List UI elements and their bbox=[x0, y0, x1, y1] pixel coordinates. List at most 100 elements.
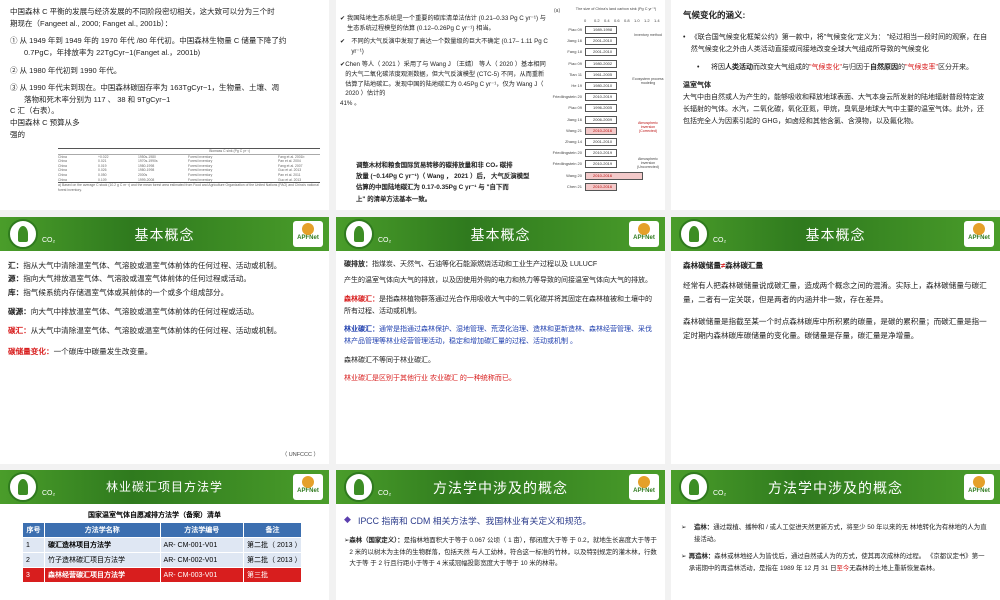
term: 森林碳汇： bbox=[344, 295, 379, 303]
check-item: ✔ Chen 等人（ 2021 ）采用了与 Wang J （王婧） 等人（ 202… bbox=[340, 60, 550, 100]
bullet-text: 将因人类活动而改变大气组成的"气候变化"与归因于自然原因的"气候变率"区分开来。 bbox=[711, 62, 973, 74]
slide-basic-concepts-1[interactable]: CO₂ 基本概念 APFNet 汇：指从大气中清除温室气体、气溶胶或温室气体前体… bbox=[0, 217, 329, 464]
text-line: 估算的中国陆地碳汇为 0.17-0.35Pg C yr⁻¹ 与 "自下而 bbox=[356, 184, 509, 192]
definition: 通常是指通过森林保护、湿地管理、荒漠化治理、造林和更新造林、森林经营管理、采伐林… bbox=[344, 326, 652, 346]
bar-label: Wang 20 bbox=[566, 172, 582, 178]
term: 碳源： bbox=[8, 306, 31, 316]
bar-period: 2010-2019 bbox=[593, 161, 613, 167]
slide-text: ✔ 我国陆地生态系统是一个重要的碳库清单法估计 (0.21–0.33 Pg C y… bbox=[340, 14, 550, 109]
slide-atmospheric-inversion[interactable]: ✔ 我国陆地生态系统是一个重要的碳库清单法估计 (0.21–0.33 Pg C y… bbox=[336, 0, 665, 210]
slide-methodology-list[interactable]: CO₂ 林业碳汇项目方法学 APFNet 国家温室气体自愿减排方法学（备案）清单… bbox=[0, 470, 329, 600]
text-run: 的 bbox=[897, 64, 905, 72]
bar-label: Friedlingstein 20 bbox=[552, 94, 582, 100]
definition-item: 汇：指从大气中清除温室气体、气溶胶或温室气体前体的任何过程、活动或机制。 bbox=[8, 259, 321, 272]
bar-period: 2001-2010 bbox=[593, 139, 613, 144]
text-run: 区分开来。 bbox=[937, 64, 973, 72]
table-cell: 第三批 bbox=[243, 567, 302, 583]
tick-label: 0.6 bbox=[614, 18, 620, 23]
text-line: 上" 的清单方法基本一致。 bbox=[356, 195, 432, 203]
slide-banner: CO₂ 基本概念 APFNet bbox=[0, 217, 329, 251]
table-cell: 3 bbox=[22, 567, 45, 583]
slide-basic-concepts-2[interactable]: CO₂ 基本概念 APFNet 碳排放：指煤炭、天然气、石油等化石能源燃烧活动和… bbox=[336, 217, 665, 464]
bullet-dot-icon: • bbox=[683, 34, 686, 42]
methodology-table: 序号 方法学名称 方法学编号 备注 1 碳汇造林项目方法学 AR- CM-001… bbox=[22, 522, 302, 583]
slide-forest-carbon-history[interactable]: 中国森林 C 平衡的发展与经济发展的不同阶段密切相关，这大致可以分为三个时 期现… bbox=[0, 0, 329, 210]
slide-text: ◆ IPCC 指南和 CDM 相关方法学、我国林业有关定义和规范。 ➢ 森林（国家… bbox=[336, 510, 665, 574]
table-cell: China bbox=[58, 177, 67, 182]
bar-period: 2010-2016 bbox=[593, 127, 613, 133]
bullet-dot-icon: • bbox=[697, 64, 700, 72]
apfnet-logo: APFNet bbox=[293, 474, 323, 500]
slide-banner: CO₂ 林业碳汇项目方法学 APFNet bbox=[0, 470, 329, 504]
slide-banner: CO₂ 基本概念 APFNet bbox=[336, 217, 665, 251]
bar-label: Friedlingstein 20 bbox=[552, 161, 582, 167]
paragraph: 产生的温室气体向大气的排放，以及因使用外购的电力和热力等导致的间接温室气体向大气… bbox=[344, 277, 652, 285]
sub-heading: 温室气体 bbox=[683, 82, 711, 90]
table-row[interactable]: 1 碳汇造林项目方法学 AR- CM-001-V01 第二批（ 2013 ） bbox=[22, 537, 302, 553]
item-text: 41% 。 bbox=[340, 100, 361, 108]
slide-heading: 气候变化的涵义: bbox=[683, 10, 746, 20]
table-cell: Forest inventory bbox=[188, 177, 213, 182]
slide-text: 汇：指从大气中清除温室气体、气溶胶或温室气体前体的任何过程、活动或机制。 源：指… bbox=[0, 255, 329, 363]
slide-methodology-concepts-1[interactable]: CO₂ 方法学中涉及的概念 APFNet ◆ IPCC 指南和 CDM 相关方法学… bbox=[336, 470, 665, 600]
term: 森林（国家定义）： bbox=[349, 537, 404, 544]
term: 源： bbox=[8, 274, 24, 284]
bar-period: 1996-2005 bbox=[593, 105, 613, 111]
slide-basic-concepts-3[interactable]: CO₂ 基本概念 APFNet 森林碳储量≠森林碳汇量 经常有人把森林碳储量说成… bbox=[671, 217, 1000, 464]
summary-text: 调整木材和粮食国际贸易转移的碳排放量和非 CO₂ 碳排 放量 (~0.14Pg … bbox=[356, 160, 552, 205]
tick-label: 1.2 bbox=[644, 18, 650, 23]
text-line: ③ 从 1990 年代末到现在。中国森林碳固存率为 163TgCyr−1，生物量… bbox=[10, 83, 279, 93]
apfnet-logo: APFNet bbox=[629, 474, 659, 500]
bar-label: Jiang 16 bbox=[566, 116, 582, 122]
slide-title: 基本概念 bbox=[805, 227, 866, 243]
slide-methodology-concepts-2[interactable]: CO₂ 方法学中涉及的概念 APFNet ➢ 造林：通过栽植、播种和 / 或人工… bbox=[671, 470, 1000, 600]
carbon-sink-chart: (a) The size of China's land carbon sink… bbox=[552, 6, 664, 210]
definition-item: 碳排放：指煤炭、天然气、石油等化石能源燃烧活动和工业生产过程以及 LULUCF bbox=[344, 259, 657, 271]
slide-banner: CO₂ 方法学中涉及的概念 APFNet bbox=[336, 470, 665, 504]
paragraph: 林业碳汇是区别于其他行业 农业碳汇 的一种统称而已。 bbox=[344, 374, 516, 382]
apfnet-logo: APFNet bbox=[293, 221, 323, 247]
apfnet-logo: APFNet bbox=[964, 221, 994, 247]
table-row[interactable]: 2 竹子造林碳汇项目方法学 AR- CM-002-V01 第二批（ 2013 ） bbox=[22, 552, 302, 568]
bar-period: 1980-2010 bbox=[593, 83, 613, 88]
table-note: a) Based on the average C stock (10.2 g … bbox=[58, 183, 319, 192]
definition: 通过栽植、播种和 / 或人工促进天然更新方式，将至少 50 年以来的无 林地转化… bbox=[694, 524, 987, 543]
text-run: 森林碳汇量 bbox=[725, 261, 764, 270]
definition: 是指森林植物群落通过光合作用吸收大气中的二氧化碳并将其固定在森林植被和土壤中的所… bbox=[344, 295, 652, 315]
group-label: Inventory method bbox=[634, 33, 662, 37]
bar-label: Piao 09 bbox=[568, 105, 582, 111]
table-row: China 0.109 1999-2008 Forest inventory Guo e… bbox=[58, 178, 320, 183]
table-row[interactable]: 3 森林经营碳汇项目方法学 AR- CM-003-V01 第三批 bbox=[22, 567, 302, 583]
bar-period: 1989-1998 bbox=[593, 27, 613, 32]
bar-period: 2001-2010 bbox=[593, 38, 613, 44]
text-run: 自然原因 bbox=[869, 64, 898, 72]
paragraph: ➢ 再造林：森林或林地经人为皆伐后，通过自然或人为的方式，使其再次成林的过程。 … bbox=[681, 551, 990, 574]
tick-label: 0 bbox=[584, 18, 587, 23]
definition: 向大气中排放温室气体、气溶胶或温室气体前体的任何过程或活动。 bbox=[30, 306, 259, 316]
bar-period: 1980-2002 bbox=[593, 60, 613, 66]
bar-label: Tian 11 bbox=[569, 71, 582, 77]
definition: 一个碳库中碳量发生改变量。 bbox=[53, 347, 153, 357]
slide-title: 基本概念 bbox=[134, 227, 195, 243]
table-cell: 竹子造林碳汇项目方法学 bbox=[44, 552, 161, 568]
chart-title: The size of China's land carbon sink (Pg… bbox=[575, 7, 657, 11]
definition-item: 林业碳汇：通常是指通过森林保护、湿地管理、荒漠化治理、造林和更新造林、森林经营管… bbox=[344, 324, 657, 349]
bar-period: 1961-2005 bbox=[593, 71, 613, 77]
bullet-item: • 《联合国气候变化框架公约》第一款中，将"气候变化"定义为： "经过相当一段时间… bbox=[683, 32, 988, 56]
bullet-text: 《联合国气候变化框架公约》第一款中，将"气候变化"定义为： "经过相当一段时间的… bbox=[690, 34, 988, 54]
paragraph-text: 造林：通过栽植、播种和 / 或人工促进天然更新方式，将至少 50 年以来的无 林… bbox=[694, 522, 990, 545]
text-line: 中国森林 C 预算从多 bbox=[10, 118, 80, 127]
table-cell: AR- CM-002-V01 bbox=[159, 552, 245, 568]
bar-label: Chen 21 bbox=[566, 183, 582, 189]
slide-title: 林业碳汇项目方法学 bbox=[105, 480, 223, 494]
text-line: C 汇（右表）。 bbox=[10, 106, 59, 116]
table-cell: 1999-2008 bbox=[138, 177, 155, 182]
table-cell: 0.109 bbox=[98, 177, 107, 182]
tick-label: 0.4 bbox=[604, 18, 610, 23]
paragraph: ➢ 森林（国家定义）：是指林地面积大于等于 0.067 公顷（ 1 亩），郁闭度… bbox=[344, 535, 657, 570]
tick-label: 0.2 bbox=[594, 18, 600, 23]
term: 造林： bbox=[694, 524, 714, 531]
bar-label: Fang 18 bbox=[567, 49, 582, 55]
slide-climate-change-definition[interactable]: 气候变化的涵义: • 《联合国气候变化框架公约》第一款中，将"气候变化"定义为： … bbox=[671, 0, 1000, 210]
biomass-sink-table: Biomass C sink (Pg C yr⁻¹) China +0.022 19… bbox=[58, 148, 320, 192]
